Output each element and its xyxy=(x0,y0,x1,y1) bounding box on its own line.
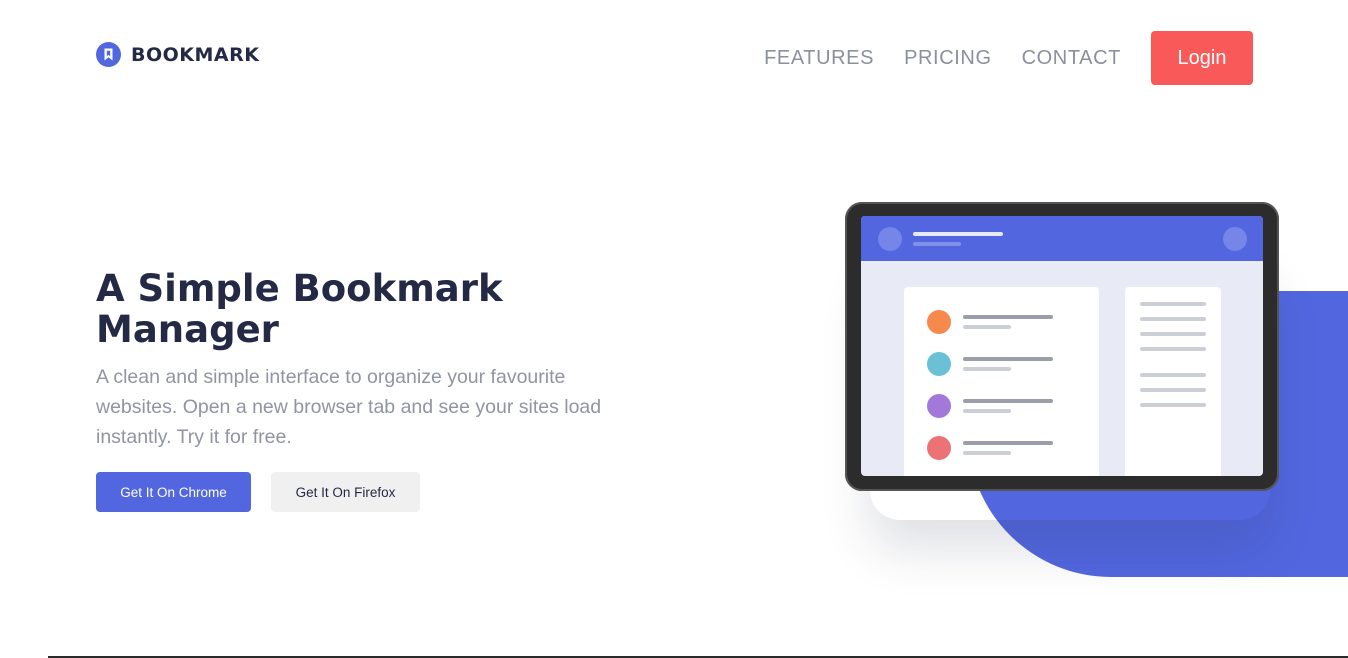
screen-header-bar xyxy=(861,216,1263,261)
bookmark-subline xyxy=(963,409,1011,413)
bookmark-dot xyxy=(927,310,951,334)
bookmark-subline xyxy=(963,451,1011,455)
nav-link-contact[interactable]: CONTACT xyxy=(1022,47,1121,70)
sidebar-panel xyxy=(1125,287,1221,476)
bookmark-line xyxy=(963,441,1053,445)
landing-page: BOOKMARK FEATURES PRICING CONTACT Login … xyxy=(0,0,1348,658)
brand-name: BOOKMARK xyxy=(131,43,260,66)
sidebar-line xyxy=(1140,317,1206,321)
nav-link-features[interactable]: FEATURES xyxy=(764,47,874,70)
bookmark-list-panel xyxy=(904,287,1099,476)
sidebar-line xyxy=(1140,332,1206,336)
nav-link-pricing[interactable]: PRICING xyxy=(904,47,992,70)
hero-title: A Simple Bookmark Manager xyxy=(96,267,503,351)
bookmark-line xyxy=(963,357,1053,361)
get-chrome-button[interactable]: Get It On Chrome xyxy=(96,472,251,512)
sidebar-line xyxy=(1140,373,1206,377)
bookmark-subline xyxy=(963,325,1011,329)
header-line xyxy=(913,232,1003,236)
menu-placeholder xyxy=(1223,227,1247,251)
get-firefox-button[interactable]: Get It On Firefox xyxy=(271,472,420,512)
bookmark-dot xyxy=(927,352,951,376)
bookmark-icon xyxy=(96,42,121,67)
header-subline xyxy=(913,242,961,246)
sidebar-line xyxy=(1140,403,1206,407)
bookmark-subline xyxy=(963,367,1011,371)
sidebar-line xyxy=(1140,302,1206,306)
sidebar-line xyxy=(1140,347,1206,351)
sidebar-line xyxy=(1140,388,1206,392)
brand-logo[interactable]: BOOKMARK xyxy=(96,42,259,67)
bookmark-line xyxy=(963,315,1053,319)
login-button[interactable]: Login xyxy=(1151,31,1253,85)
tablet-illustration xyxy=(845,202,1279,491)
avatar-placeholder xyxy=(878,227,902,251)
bookmark-line xyxy=(963,399,1053,403)
hero-description: A clean and simple interface to organize… xyxy=(96,366,602,448)
bookmark-dot xyxy=(927,394,951,418)
tablet-screen xyxy=(861,216,1263,476)
main-nav: FEATURES PRICING CONTACT Login xyxy=(764,31,1253,85)
bookmark-dot xyxy=(927,436,951,460)
